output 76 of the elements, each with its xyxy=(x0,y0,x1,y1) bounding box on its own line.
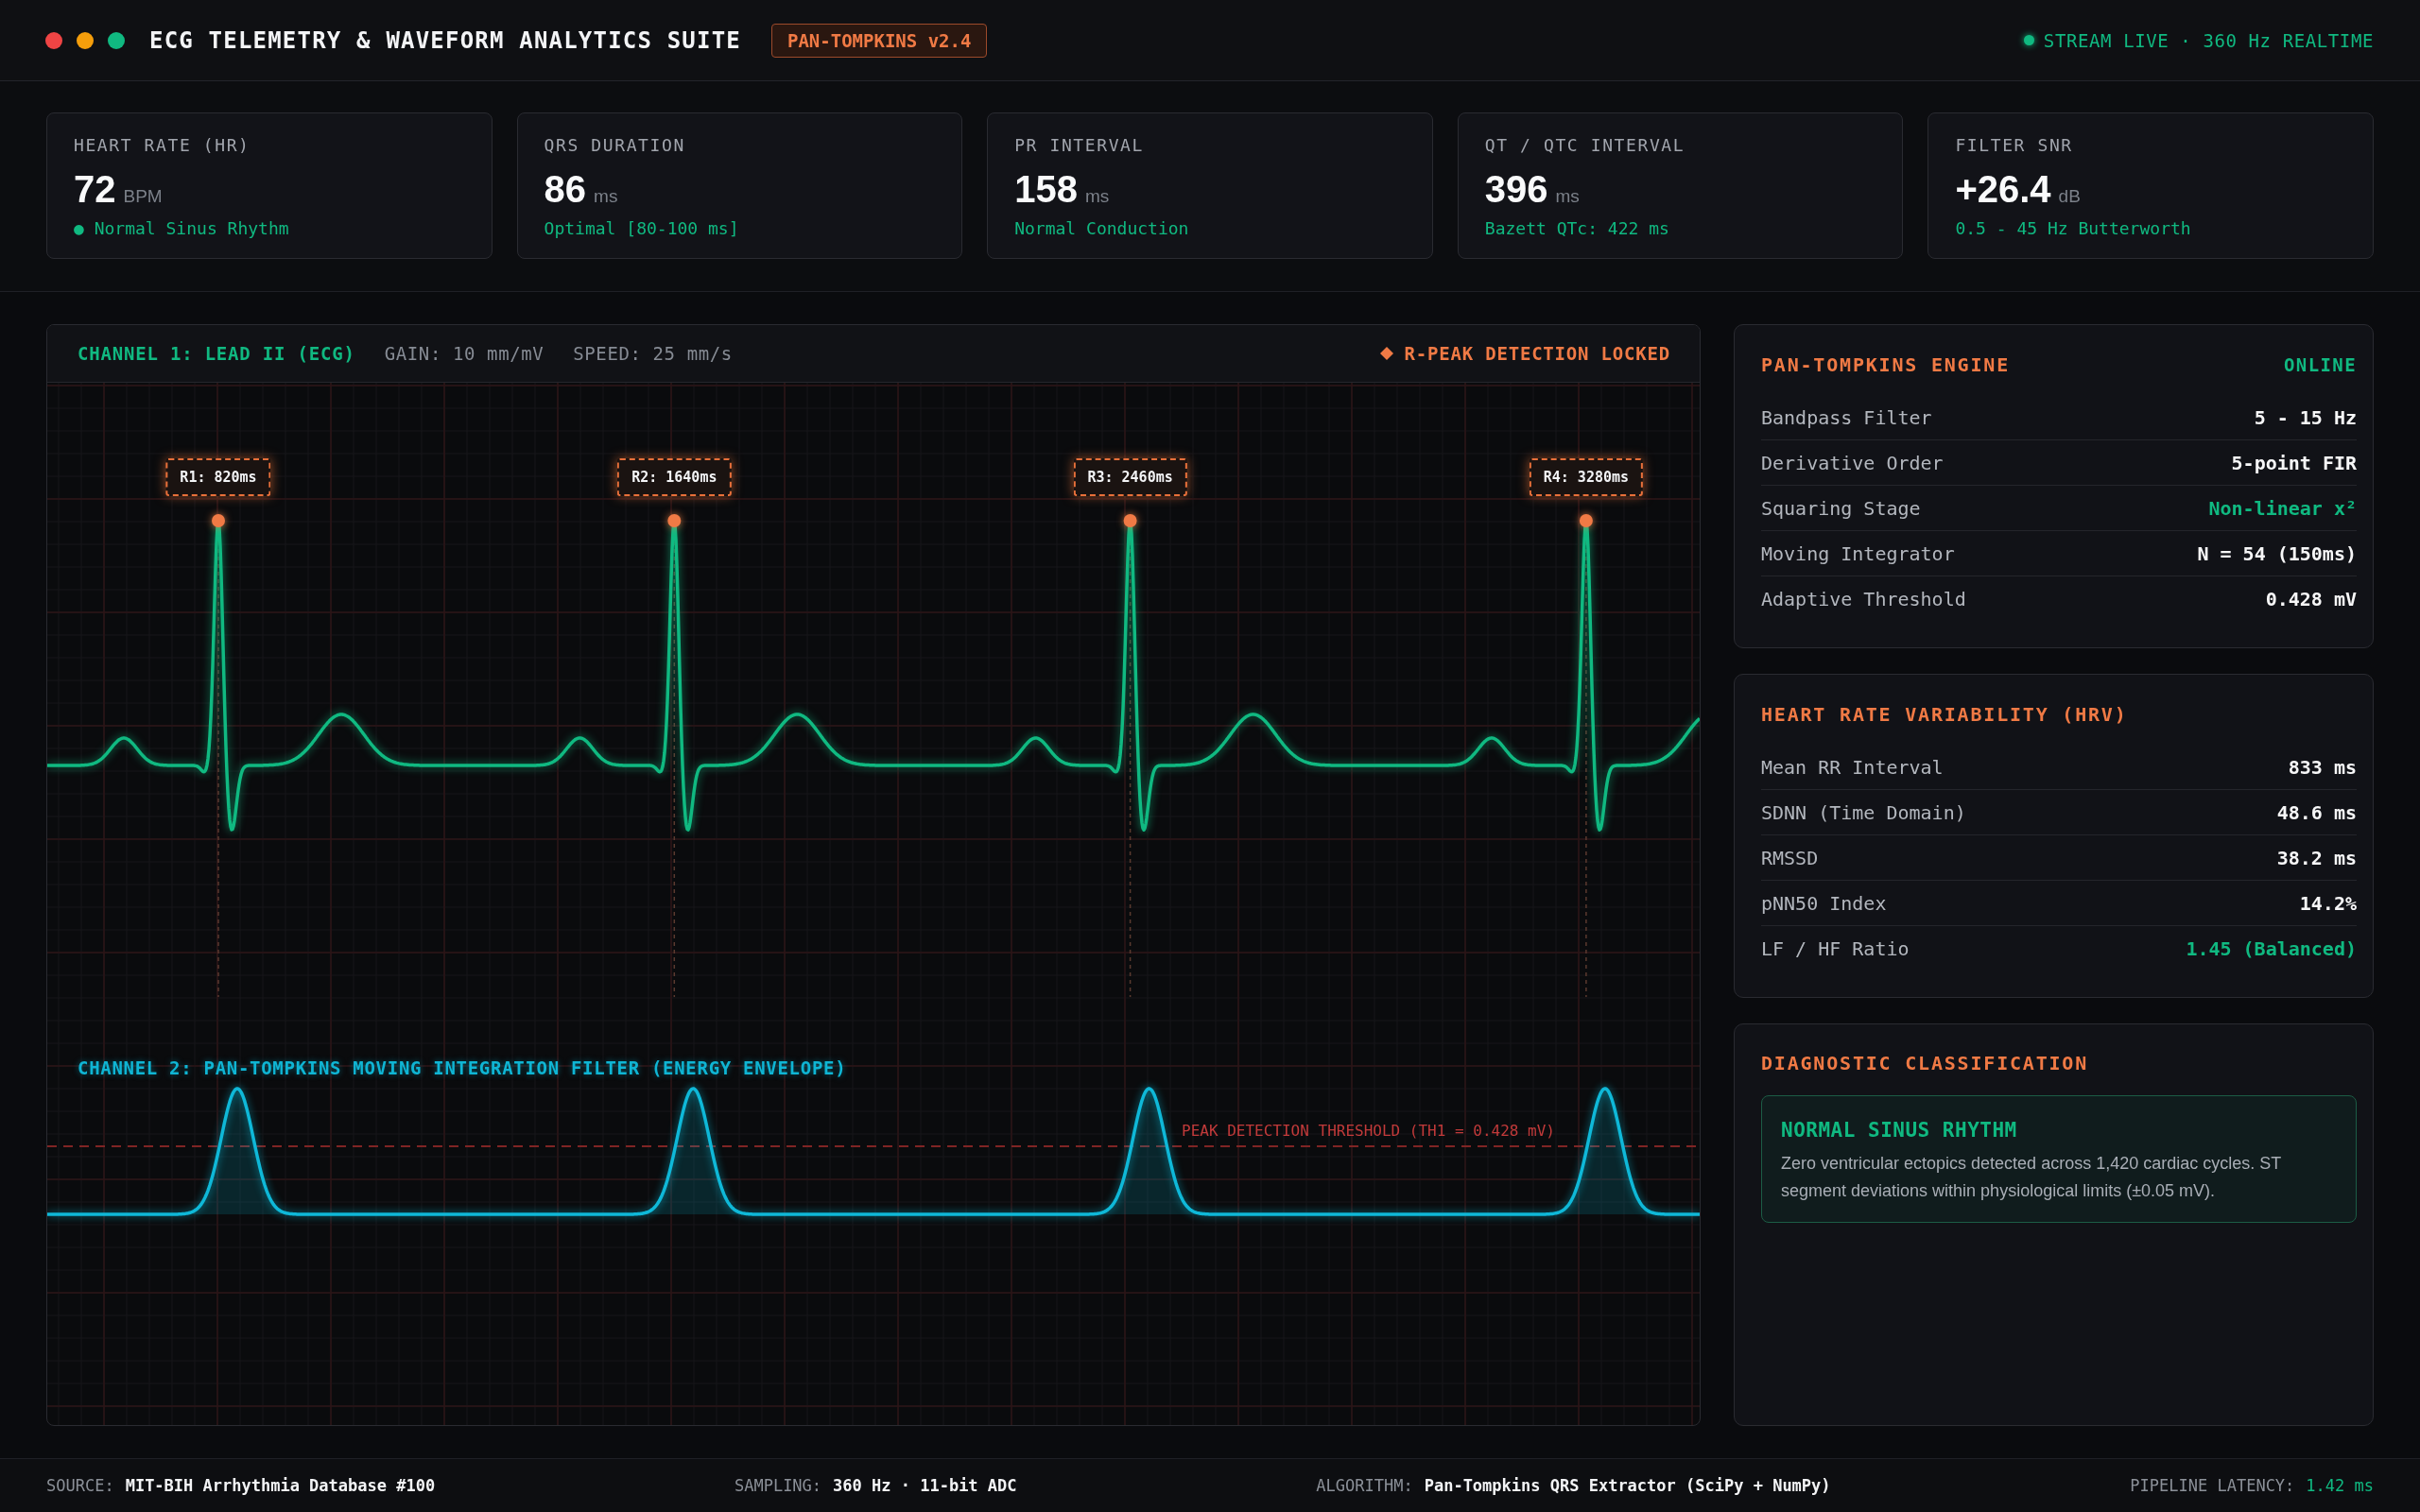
status-value: Pan-Tompkins QRS Extractor (SciPy + NumPy) xyxy=(1424,1476,1831,1495)
gain-setting: GAIN: 10 mm/mV xyxy=(384,343,544,364)
row-value: 48.6 ms xyxy=(2276,800,2357,824)
status-label: PIPELINE LATENCY: xyxy=(2130,1476,2295,1495)
metric-value: +26.4 xyxy=(1955,168,2051,210)
app-title: ECG TELEMETRY & WAVEFORM ANALYTICS SUITE xyxy=(149,26,741,54)
metric-value: 72 xyxy=(74,168,116,210)
panel-title: DIAGNOSTIC CLASSIFICATION xyxy=(1761,1052,2090,1074)
diamond-icon xyxy=(1379,347,1393,360)
speed-setting: SPEED: 25 mm/s xyxy=(573,343,733,364)
peak-dot-icon xyxy=(1579,514,1593,527)
window-control-icon[interactable] xyxy=(45,31,62,49)
metric-value: 86 xyxy=(544,168,587,210)
stream-status: STREAM LIVE · 360 Hz REALTIME xyxy=(2043,29,2374,51)
panel-title: PAN-TOMPKINS ENGINE xyxy=(1761,353,2010,376)
metric-note: Normal Conduction xyxy=(1014,218,1190,239)
row-value: 0.428 mV xyxy=(2265,588,2357,610)
diagnosis-title: NORMAL SINUS RHYTHM xyxy=(1781,1118,2018,1143)
detection-status: R-PEAK DETECTION LOCKED xyxy=(1404,343,1670,364)
row-value: 1.45 (Balanced) xyxy=(2186,937,2357,960)
metric-label: HEART RATE (HR) xyxy=(74,136,251,155)
row-label: SDNN (Time Domain) xyxy=(1761,800,1966,824)
peak-dot-icon xyxy=(1123,514,1137,527)
metric-note: 0.5 - 45 Hz Butterworth xyxy=(1955,218,2192,239)
r-peak-tag: R1: 820ms xyxy=(165,458,271,496)
status-value: 360 Hz · 11-bit ADC xyxy=(833,1476,1017,1495)
r-peak-tag: R2: 1640ms xyxy=(617,458,732,496)
metric-unit: ms xyxy=(594,186,618,207)
threshold-label: PEAK DETECTION THRESHOLD (TH1 = 0.428 mV) xyxy=(1182,1122,1555,1141)
row-label: Mean RR Interval xyxy=(1761,755,1944,779)
status-label: SOURCE: xyxy=(46,1476,114,1495)
status-label: SAMPLING: xyxy=(734,1476,822,1495)
window-control-icon[interactable] xyxy=(108,31,125,49)
row-label: RMSSD xyxy=(1761,846,1819,869)
r-peak-tag: R3: 2460ms xyxy=(1073,458,1187,496)
version-badge: PAN-TOMPKINS v2.4 xyxy=(770,23,988,58)
status-value: 1.42 ms xyxy=(2306,1476,2374,1495)
row-label: Bandpass Filter xyxy=(1761,405,1932,429)
metric-label: QRS DURATION xyxy=(544,136,686,155)
r-peak-tag: R4: 3280ms xyxy=(1529,458,1644,496)
metric-value: 158 xyxy=(1014,168,1078,210)
metric-label: PR INTERVAL xyxy=(1014,136,1145,155)
metric-label: QT / QTC INTERVAL xyxy=(1484,136,1686,155)
window-control-icon[interactable] xyxy=(77,31,94,49)
metric-label: FILTER SNR xyxy=(1955,136,2074,155)
row-value: N = 54 (150ms) xyxy=(2197,541,2357,565)
live-status-dot-icon xyxy=(2023,35,2034,45)
metric-unit: ms xyxy=(1555,186,1580,207)
row-label: Moving Integrator xyxy=(1761,541,1955,565)
status-label: ALGORITHM: xyxy=(1316,1476,1413,1495)
metric-value: 396 xyxy=(1484,168,1548,210)
metric-unit: dB xyxy=(2058,186,2081,207)
row-label: Adaptive Threshold xyxy=(1761,588,1966,610)
row-value: 5-point FIR xyxy=(2231,451,2357,474)
row-value: 5 - 15 Hz xyxy=(2254,405,2357,429)
metric-unit: ms xyxy=(1084,186,1110,207)
diagnosis-text: Zero ventricular ectopics detected across 1,420 cardiac cycles. ST segment deviations within physiological limits (±0.05 mV). xyxy=(1781,1153,2282,1202)
panel-title: HEART RATE VARIABILITY (HRV) xyxy=(1761,703,2128,726)
row-value: 14.2% xyxy=(2299,891,2357,915)
peak-dot-icon xyxy=(212,514,225,527)
row-label: pNN50 Index xyxy=(1761,891,1887,915)
row-label: Derivative Order xyxy=(1761,451,1944,474)
row-label: LF / HF Ratio xyxy=(1761,937,1910,960)
peak-dot-icon xyxy=(667,514,682,527)
metric-note: Optimal [80-100 ms] xyxy=(544,218,740,239)
row-value: 38.2 ms xyxy=(2276,846,2357,869)
panel-status: ONLINE xyxy=(2283,354,2357,375)
row-value: Non-linear x² xyxy=(2208,496,2357,520)
metric-unit: BPM xyxy=(123,186,163,207)
row-label: Squaring Stage xyxy=(1761,496,1921,520)
metric-note: Bazett QTc: 422 ms xyxy=(1484,218,1670,239)
channel-title: CHANNEL 1: LEAD II (ECG) xyxy=(78,343,355,364)
channel-title: CHANNEL 2: PAN-TOMPKINS MOVING INTEGRATION FILTER (ENERGY ENVELOPE) xyxy=(78,1057,847,1079)
status-value: MIT-BIH Arrhythmia Database #100 xyxy=(125,1476,436,1495)
row-value: 833 ms xyxy=(2288,755,2357,779)
metric-note: ● Normal Sinus Rhythm xyxy=(74,218,290,239)
